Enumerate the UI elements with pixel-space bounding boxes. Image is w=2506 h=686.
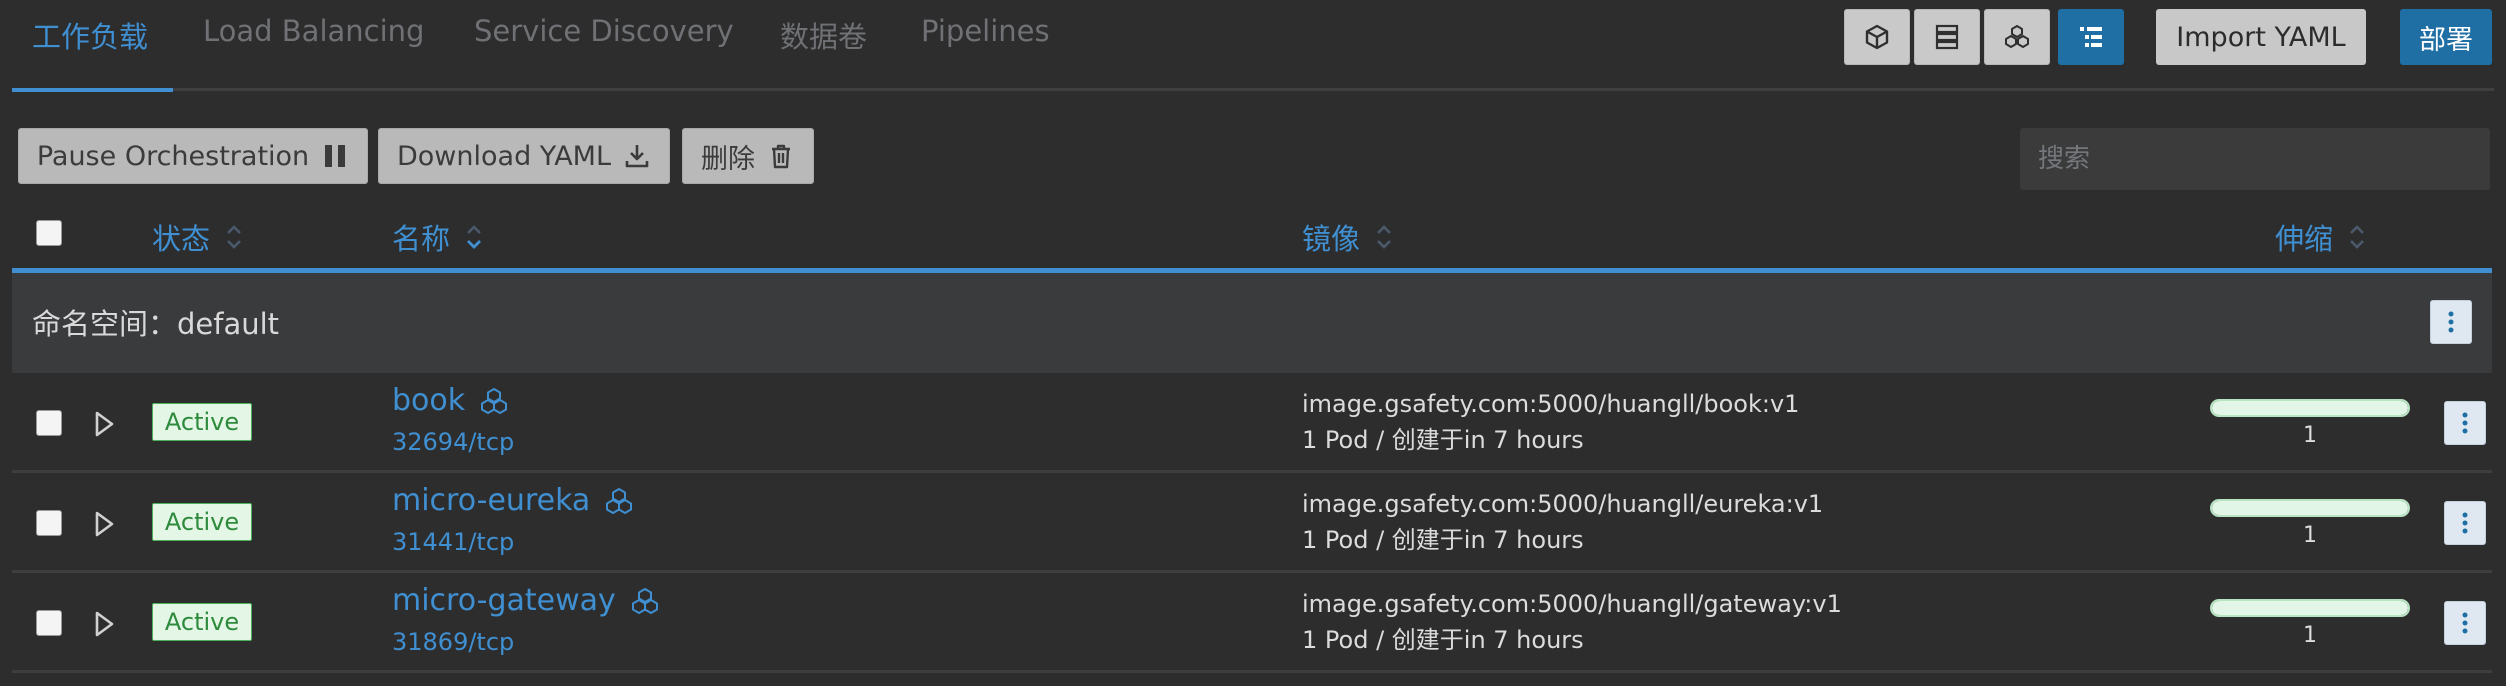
table-row: Active book 32694/tcp image.gsafety.com:… — [12, 373, 2492, 473]
scale-bar — [2210, 399, 2410, 417]
port-link[interactable]: 31869/tcp — [392, 628, 514, 656]
tab-pipelines[interactable]: Pipelines — [921, 14, 1050, 48]
view-toggle-tree[interactable] — [2058, 9, 2124, 65]
column-header-image-label: 镜像 — [1302, 222, 1361, 256]
scale-bar — [2210, 599, 2410, 617]
kebab-icon — [2462, 412, 2468, 434]
namespace-label: 命名空间：default — [32, 307, 280, 341]
delete-label: 删除 — [701, 143, 755, 175]
sort-icon — [2347, 221, 2367, 253]
delete-button[interactable]: 删除 — [682, 128, 814, 184]
column-header-status[interactable]: 状态 — [152, 216, 244, 258]
column-header-name[interactable]: 名称 — [392, 216, 484, 258]
workload-name-link[interactable]: micro-eureka — [392, 483, 634, 518]
status-badge: Active — [152, 403, 252, 441]
scale-count: 1 — [2303, 423, 2317, 448]
image-name: image.gsafety.com:5000/huangll/gateway:v… — [1302, 590, 1842, 618]
expand-row-button[interactable] — [92, 611, 116, 637]
trash-icon — [772, 144, 790, 169]
pause-orchestration-label: Pause Orchestration — [36, 140, 310, 172]
scale-bar-fill — [2212, 501, 2408, 515]
row-menu-button[interactable] — [2444, 601, 2486, 645]
namespace-group-row: 命名空间：default — [12, 273, 2492, 373]
row-menu-button[interactable] — [2444, 501, 2486, 545]
row-checkbox[interactable] — [36, 410, 62, 436]
port-link[interactable]: 31441/tcp — [392, 528, 514, 556]
sort-desc-icon — [464, 221, 484, 253]
row-menu-button[interactable] — [2444, 401, 2486, 445]
list-rows-icon — [1935, 24, 1959, 50]
kebab-icon — [2462, 612, 2468, 634]
download-yaml-label: Download YAML — [397, 140, 611, 172]
pod-summary: 1 Pod / 创建于in 7 hours — [1302, 526, 1584, 554]
tab-workloads[interactable]: 工作负载 — [32, 14, 148, 56]
tree-list-icon — [2080, 27, 2102, 47]
deploy-button[interactable]: 部署 — [2400, 9, 2492, 65]
workload-name: micro-eureka — [392, 483, 591, 518]
column-header-status-label: 状态 — [152, 222, 211, 256]
column-header-scale-label: 伸缩 — [2275, 222, 2334, 256]
caret-right-icon — [95, 611, 114, 637]
tab-volumes[interactable]: 数据卷 — [780, 14, 867, 56]
column-header-scale[interactable]: 伸缩 — [2275, 216, 2367, 258]
cube-icon — [1865, 24, 1889, 50]
workload-name-link[interactable]: micro-gateway — [392, 583, 660, 618]
sort-icon — [1374, 221, 1394, 253]
image-name: image.gsafety.com:5000/huangll/eureka:v1 — [1302, 490, 1824, 518]
tab-bar-divider — [12, 88, 2494, 91]
service-icon — [631, 587, 658, 614]
import-yaml-button[interactable]: Import YAML — [2156, 9, 2366, 65]
image-name: image.gsafety.com:5000/huangll/book:v1 — [1302, 390, 1800, 418]
expand-row-button[interactable] — [92, 411, 116, 437]
kebab-icon — [2462, 512, 2468, 534]
table-header: 状态 名称 镜像 伸缩 — [12, 200, 2492, 270]
scale-count: 1 — [2303, 623, 2317, 648]
pod-summary: 1 Pod / 创建于in 7 hours — [1302, 626, 1584, 654]
active-tab-indicator — [12, 88, 173, 92]
workload-name: book — [392, 383, 466, 418]
namespace-menu-button[interactable] — [2430, 300, 2472, 344]
expand-row-button[interactable] — [92, 511, 116, 537]
status-badge: Active — [152, 503, 252, 541]
scale-bar — [2210, 499, 2410, 517]
download-icon — [625, 145, 649, 168]
table-row: Active micro-eureka 31441/tcp image.gsaf… — [12, 473, 2492, 573]
pause-icon — [325, 145, 346, 167]
pause-orchestration-button[interactable]: Pause Orchestration — [18, 128, 368, 184]
sort-icon — [224, 221, 244, 253]
workloads-page: 工作负载 Load Balancing Service Discovery 数据… — [0, 0, 2506, 686]
tab-load-balancing[interactable]: Load Balancing — [203, 14, 424, 48]
download-yaml-button[interactable]: Download YAML — [378, 128, 670, 184]
scale-count: 1 — [2303, 523, 2317, 548]
table-row: Active micro-gateway 31869/tcp image.gsa… — [12, 573, 2492, 673]
cluster-icon — [2005, 25, 2029, 48]
caret-right-icon — [95, 411, 114, 437]
scale-bar-fill — [2212, 401, 2408, 415]
caret-right-icon — [95, 511, 114, 537]
status-badge: Active — [152, 603, 252, 641]
service-icon — [606, 487, 633, 514]
pod-summary: 1 Pod / 创建于in 7 hours — [1302, 426, 1584, 454]
column-header-image[interactable]: 镜像 — [1302, 216, 1394, 258]
port-link[interactable]: 32694/tcp — [392, 428, 514, 456]
row-checkbox[interactable] — [36, 610, 62, 636]
tab-bar: 工作负载 Load Balancing Service Discovery 数据… — [0, 0, 2506, 93]
workload-name-link[interactable]: book — [392, 383, 509, 418]
service-icon — [481, 387, 508, 414]
column-header-name-label: 名称 — [392, 222, 451, 256]
view-toggle-cube[interactable] — [1844, 9, 1910, 65]
view-toggle-list[interactable] — [1914, 9, 1980, 65]
row-checkbox[interactable] — [36, 510, 62, 536]
kebab-icon — [2448, 311, 2454, 333]
select-all-checkbox[interactable] — [36, 220, 62, 246]
view-toggle-cluster[interactable] — [1984, 9, 2050, 65]
workload-name: micro-gateway — [392, 583, 616, 618]
search-input[interactable] — [2020, 128, 2490, 190]
tab-service-discovery[interactable]: Service Discovery — [474, 14, 734, 48]
scale-bar-fill — [2212, 601, 2408, 615]
